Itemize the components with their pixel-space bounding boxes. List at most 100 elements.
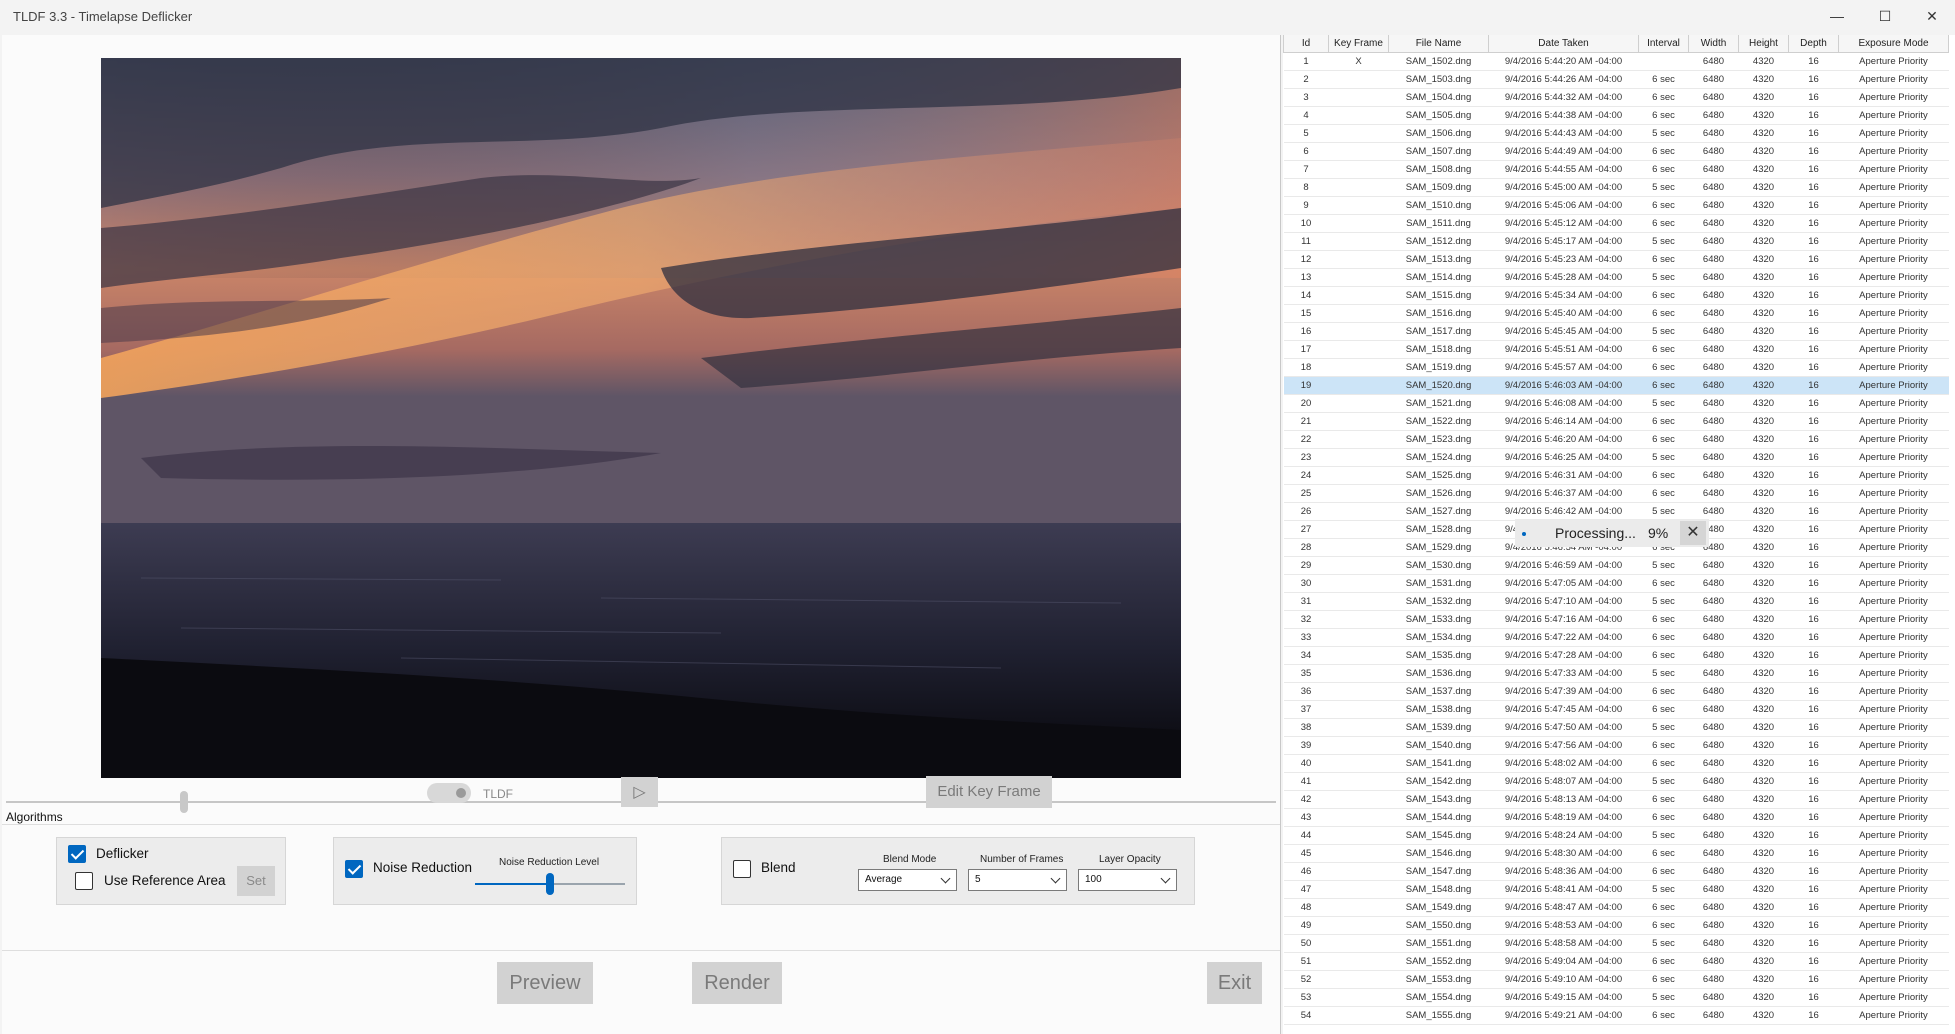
cell-date-taken: 9/4/2016 5:46:14 AM -04:00: [1488, 412, 1639, 431]
cell-key-frame: [1328, 88, 1389, 107]
table-row[interactable]: 7 SAM_1508.dng 9/4/2016 5:44:55 AM -04:00 6…: [1283, 160, 1949, 179]
table-row[interactable]: 15 SAM_1516.dng 9/4/2016 5:45:40 AM -04:00…: [1283, 304, 1949, 323]
column-header-height[interactable]: Height: [1738, 35, 1789, 53]
table-row[interactable]: 4 SAM_1505.dng 9/4/2016 5:44:38 AM -04:00 6…: [1283, 106, 1949, 125]
cell-exposure-mode: Aperture Priority: [1838, 340, 1949, 359]
noise-reduction-level-slider[interactable]: [475, 872, 625, 896]
cell-depth: 16: [1788, 466, 1839, 485]
table-row[interactable]: 33 SAM_1534.dng 9/4/2016 5:47:22 AM -04:00…: [1283, 628, 1949, 647]
table-row[interactable]: 50 SAM_1551.dng 9/4/2016 5:48:58 AM -04:00…: [1283, 934, 1949, 953]
table-row[interactable]: 24 SAM_1525.dng 9/4/2016 5:46:31 AM -04:00…: [1283, 466, 1949, 485]
table-row[interactable]: 48 SAM_1549.dng 9/4/2016 5:48:47 AM -04:00…: [1283, 898, 1949, 917]
table-row[interactable]: 12 SAM_1513.dng 9/4/2016 5:45:23 AM -04:00…: [1283, 250, 1949, 269]
set-reference-area-button[interactable]: Set: [237, 866, 275, 896]
column-header-file-name[interactable]: File Name: [1388, 35, 1489, 53]
table-row[interactable]: 11 SAM_1512.dng 9/4/2016 5:45:17 AM -04:00…: [1283, 232, 1949, 251]
column-header-date-taken[interactable]: Date Taken: [1488, 35, 1639, 53]
table-row[interactable]: 6 SAM_1507.dng 9/4/2016 5:44:49 AM -04:00 6…: [1283, 142, 1949, 161]
tldf-toggle[interactable]: [427, 783, 471, 803]
table-row[interactable]: 44 SAM_1545.dng 9/4/2016 5:48:24 AM -04:00…: [1283, 826, 1949, 845]
table-row[interactable]: 54 SAM_1555.dng 9/4/2016 5:49:21 AM -04:00…: [1283, 1006, 1949, 1025]
table-row[interactable]: 10 SAM_1511.dng 9/4/2016 5:45:12 AM -04:00…: [1283, 214, 1949, 233]
column-header-interval[interactable]: Interval: [1638, 35, 1689, 53]
table-row[interactable]: 26 SAM_1527.dng 9/4/2016 5:46:42 AM -04:00…: [1283, 502, 1949, 521]
table-row[interactable]: 49 SAM_1550.dng 9/4/2016 5:48:53 AM -04:00…: [1283, 916, 1949, 935]
table-row[interactable]: 14 SAM_1515.dng 9/4/2016 5:45:34 AM -04:00…: [1283, 286, 1949, 305]
use-reference-area-checkbox[interactable]: [75, 872, 93, 890]
table-row[interactable]: 17 SAM_1518.dng 9/4/2016 5:45:51 AM -04:00…: [1283, 340, 1949, 359]
table-row[interactable]: 35 SAM_1536.dng 9/4/2016 5:47:33 AM -04:00…: [1283, 664, 1949, 683]
maximize-button[interactable]: ☐: [1862, 0, 1908, 33]
table-row[interactable]: 40 SAM_1541.dng 9/4/2016 5:48:02 AM -04:00…: [1283, 754, 1949, 773]
table-row[interactable]: 3 SAM_1504.dng 9/4/2016 5:44:32 AM -04:00 6…: [1283, 88, 1949, 107]
table-row[interactable]: 25 SAM_1526.dng 9/4/2016 5:46:37 AM -04:00…: [1283, 484, 1949, 503]
table-row[interactable]: 39 SAM_1540.dng 9/4/2016 5:47:56 AM -04:00…: [1283, 736, 1949, 755]
table-row[interactable]: 47 SAM_1548.dng 9/4/2016 5:48:41 AM -04:00…: [1283, 880, 1949, 899]
cell-width: 6480: [1688, 664, 1739, 683]
table-row[interactable]: 21 SAM_1522.dng 9/4/2016 5:46:14 AM -04:00…: [1283, 412, 1949, 431]
table-row[interactable]: 9 SAM_1510.dng 9/4/2016 5:45:06 AM -04:00 6…: [1283, 196, 1949, 215]
column-header-key-frame[interactable]: Key Frame: [1328, 35, 1389, 53]
table-row[interactable]: 1 X SAM_1502.dng 9/4/2016 5:44:20 AM -04:00…: [1283, 52, 1949, 71]
table-row[interactable]: 45 SAM_1546.dng 9/4/2016 5:48:30 AM -04:00…: [1283, 844, 1949, 863]
table-row[interactable]: 20 SAM_1521.dng 9/4/2016 5:46:08 AM -04:00…: [1283, 394, 1949, 413]
table-row[interactable]: 37 SAM_1538.dng 9/4/2016 5:47:45 AM -04:00…: [1283, 700, 1949, 719]
table-row[interactable]: 31 SAM_1532.dng 9/4/2016 5:47:10 AM -04:00…: [1283, 592, 1949, 611]
cell-width: 6480: [1688, 682, 1739, 701]
cell-depth: 16: [1788, 808, 1839, 827]
cell-date-taken: 9/4/2016 5:45:28 AM -04:00: [1488, 268, 1639, 287]
table-row[interactable]: 46 SAM_1547.dng 9/4/2016 5:48:36 AM -04:00…: [1283, 862, 1949, 881]
close-button[interactable]: ✕: [1909, 0, 1955, 33]
table-row[interactable]: 43 SAM_1544.dng 9/4/2016 5:48:19 AM -04:00…: [1283, 808, 1949, 827]
column-header-width[interactable]: Width: [1688, 35, 1739, 53]
frame-preview-image: [101, 58, 1181, 778]
cancel-processing-button[interactable]: ✕: [1680, 521, 1706, 545]
table-row[interactable]: 5 SAM_1506.dng 9/4/2016 5:44:43 AM -04:00 5…: [1283, 124, 1949, 143]
play-button[interactable]: ▷: [621, 777, 658, 807]
table-row[interactable]: 2 SAM_1503.dng 9/4/2016 5:44:26 AM -04:00 6…: [1283, 70, 1949, 89]
table-row[interactable]: 36 SAM_1537.dng 9/4/2016 5:47:39 AM -04:00…: [1283, 682, 1949, 701]
cell-id: 49: [1283, 916, 1329, 935]
cell-exposure-mode: Aperture Priority: [1838, 502, 1949, 521]
table-row[interactable]: 42 SAM_1543.dng 9/4/2016 5:48:13 AM -04:00…: [1283, 790, 1949, 809]
table-row[interactable]: 23 SAM_1524.dng 9/4/2016 5:46:25 AM -04:00…: [1283, 448, 1949, 467]
cell-id: 35: [1283, 664, 1329, 683]
edit-key-frame-button[interactable]: Edit Key Frame: [926, 776, 1052, 808]
table-row[interactable]: 51 SAM_1552.dng 9/4/2016 5:49:04 AM -04:00…: [1283, 952, 1949, 971]
cell-date-taken: 9/4/2016 5:48:02 AM -04:00: [1488, 754, 1639, 773]
table-row[interactable]: 34 SAM_1535.dng 9/4/2016 5:47:28 AM -04:00…: [1283, 646, 1949, 665]
table-row[interactable]: 30 SAM_1531.dng 9/4/2016 5:47:05 AM -04:00…: [1283, 574, 1949, 593]
table-row[interactable]: 52 SAM_1553.dng 9/4/2016 5:49:10 AM -04:00…: [1283, 970, 1949, 989]
table-row[interactable]: 32 SAM_1533.dng 9/4/2016 5:47:16 AM -04:00…: [1283, 610, 1949, 629]
table-row[interactable]: 53 SAM_1554.dng 9/4/2016 5:49:15 AM -04:00…: [1283, 988, 1949, 1007]
exit-button[interactable]: Exit: [1207, 962, 1262, 1004]
table-row[interactable]: 16 SAM_1517.dng 9/4/2016 5:45:45 AM -04:00…: [1283, 322, 1949, 341]
column-header-depth[interactable]: Depth: [1788, 35, 1839, 53]
table-row[interactable]: 38 SAM_1539.dng 9/4/2016 5:47:50 AM -04:00…: [1283, 718, 1949, 737]
cell-depth: 16: [1788, 70, 1839, 89]
table-row[interactable]: 19 SAM_1520.dng 9/4/2016 5:46:03 AM -04:00…: [1283, 376, 1949, 395]
cell-interval: 6 sec: [1638, 286, 1689, 305]
slider-thumb[interactable]: [546, 873, 554, 895]
layer-opacity-select[interactable]: 100: [1078, 869, 1177, 891]
cell-width: 6480: [1688, 412, 1739, 431]
column-header-exposure-mode[interactable]: Exposure Mode: [1838, 35, 1949, 53]
blend-checkbox[interactable]: [733, 860, 751, 878]
minimize-button[interactable]: —: [1814, 0, 1860, 33]
cell-depth: 16: [1788, 574, 1839, 593]
preview-button[interactable]: Preview: [497, 962, 593, 1004]
number-of-frames-select[interactable]: 5: [968, 869, 1067, 891]
table-row[interactable]: 18 SAM_1519.dng 9/4/2016 5:45:57 AM -04:00…: [1283, 358, 1949, 377]
noise-reduction-checkbox[interactable]: [345, 860, 363, 878]
table-row[interactable]: 29 SAM_1530.dng 9/4/2016 5:46:59 AM -04:00…: [1283, 556, 1949, 575]
table-row[interactable]: 13 SAM_1514.dng 9/4/2016 5:45:28 AM -04:00…: [1283, 268, 1949, 287]
deflicker-checkbox[interactable]: [68, 845, 86, 863]
table-row[interactable]: 22 SAM_1523.dng 9/4/2016 5:46:20 AM -04:00…: [1283, 430, 1949, 449]
timeline-thumb[interactable]: [180, 791, 188, 813]
cell-id: 42: [1283, 790, 1329, 809]
table-row[interactable]: 8 SAM_1509.dng 9/4/2016 5:45:00 AM -04:00 5…: [1283, 178, 1949, 197]
blend-mode-select[interactable]: Average: [858, 869, 957, 891]
column-header-id[interactable]: Id: [1283, 35, 1329, 53]
render-button[interactable]: Render: [692, 962, 782, 1004]
table-row[interactable]: 41 SAM_1542.dng 9/4/2016 5:48:07 AM -04:00…: [1283, 772, 1949, 791]
